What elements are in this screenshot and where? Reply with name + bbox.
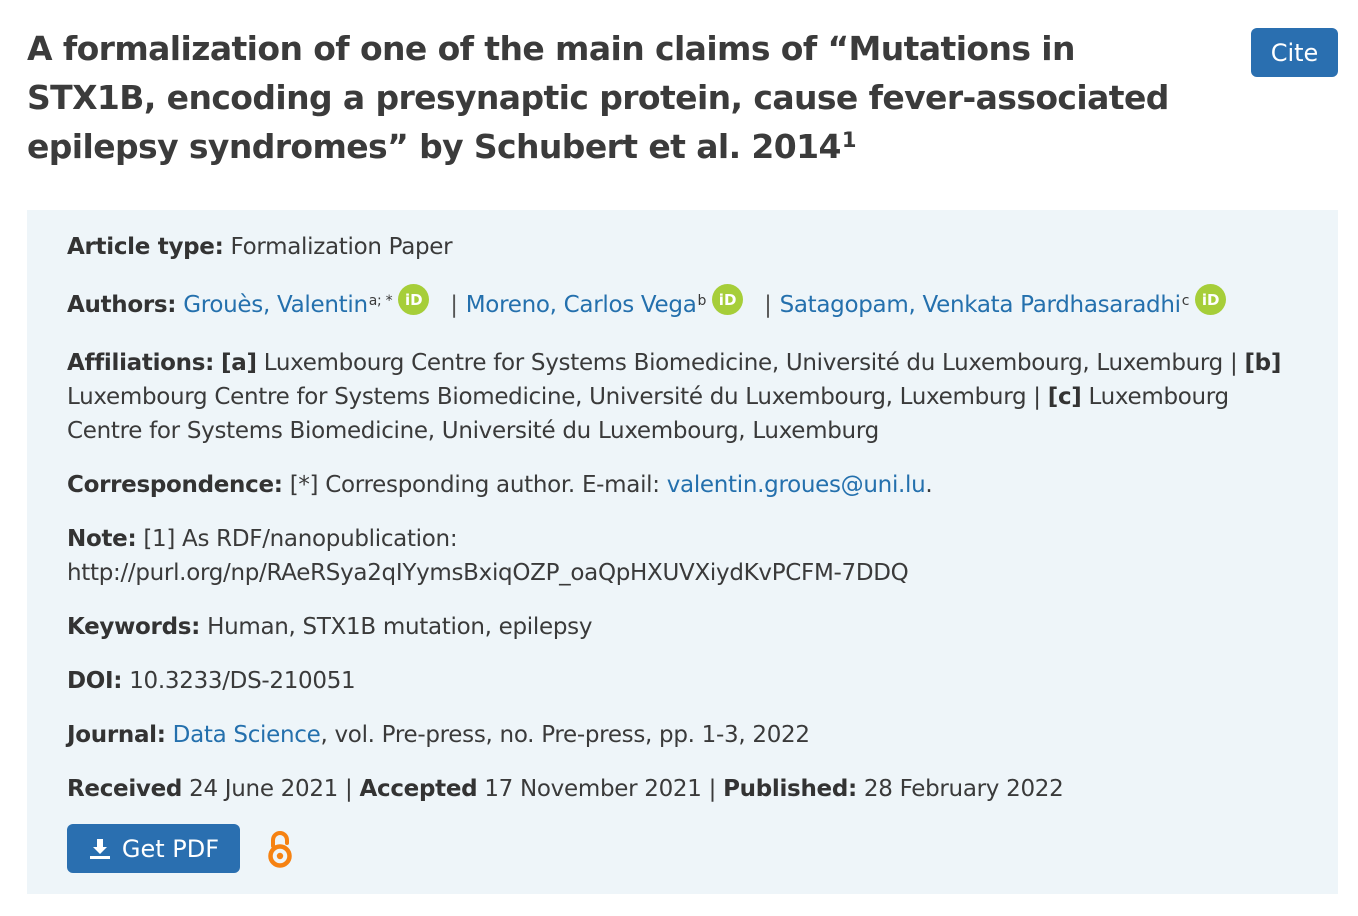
affiliation-marker-a: [a] [221, 350, 257, 376]
correspondence-row: Correspondence: [*] Corresponding author… [67, 468, 1297, 502]
correspondence-label: Correspondence: [67, 472, 283, 498]
journal-details: , vol. Pre-press, no. Pre-press, pp. 1-3… [320, 722, 810, 748]
correspondence-end: . [925, 472, 933, 498]
article-title-text: A formalization of one of the main claim… [27, 29, 1169, 166]
orcid-icon[interactable]: iD [1195, 284, 1227, 315]
journal-label: Journal: [67, 722, 166, 748]
author-affiliation-marker: b [697, 293, 707, 309]
received-label: Received [67, 776, 183, 802]
article-details-panel: Article type: Formalization Paper Author… [27, 210, 1338, 894]
keywords-row: Keywords: Human, STX1B mutation, epileps… [67, 610, 1297, 644]
doi-label: DOI: [67, 668, 123, 694]
title-footnote-marker: 1 [841, 128, 857, 152]
article-type-label: Article type: [67, 234, 224, 260]
accepted-label: Accepted [359, 776, 478, 802]
affiliation-text-a: Luxembourg Centre for Systems Biomedicin… [263, 350, 1224, 376]
doi-row: DOI: 10.3233/DS-210051 [67, 664, 1297, 698]
journal-row: Journal: Data Science, vol. Pre-press, n… [67, 718, 1297, 752]
affiliation-separator: | [1229, 350, 1238, 376]
note-label: Note: [67, 526, 137, 552]
cite-button[interactable]: Cite [1251, 28, 1338, 77]
article-actions: Get PDF [67, 824, 294, 873]
note-url: http://purl.org/np/RAeRSya2qIYymsBxiqOZP… [67, 560, 909, 586]
received-date: 24 June 2021 [189, 776, 339, 802]
note-text: [1] As RDF/nanopublication: [143, 526, 458, 552]
author-separator: | [764, 292, 772, 318]
article-type-row: Article type: Formalization Paper [67, 230, 1297, 264]
date-separator: | [708, 776, 717, 802]
author-link-groues[interactable]: Grouès, Valentin [183, 292, 368, 318]
author-affiliation-marker: a; * [368, 293, 393, 309]
keywords-value: Human, STX1B mutation, epilepsy [207, 614, 593, 640]
orcid-icon[interactable]: iD [398, 284, 430, 315]
open-access-icon[interactable] [266, 829, 294, 869]
author-separator: | [450, 292, 458, 318]
author-affiliation-marker: c [1181, 293, 1190, 309]
date-separator: | [345, 776, 353, 802]
author-link-moreno[interactable]: Moreno, Carlos Vega [466, 292, 697, 318]
affiliations-label: Affiliations: [67, 350, 215, 376]
get-pdf-button[interactable]: Get PDF [67, 824, 240, 873]
keywords-label: Keywords: [67, 614, 201, 640]
article-type-value: Formalization Paper [230, 234, 453, 260]
affiliation-marker-b: [b] [1244, 350, 1282, 376]
orcid-icon[interactable]: iD [712, 284, 744, 315]
authors-row: Authors: Grouès, Valentina; * iD | Moreno,… [67, 284, 1297, 322]
author-link-satagopam[interactable]: Satagopam, Venkata Pardhasaradhi [780, 292, 1181, 318]
note-row: Note: [1] As RDF/nanopublication: http:/… [67, 522, 1297, 590]
affiliation-text-b: Luxembourg Centre for Systems Biomedicin… [67, 384, 1027, 410]
published-date: 28 February 2022 [863, 776, 1064, 802]
accepted-date: 17 November 2021 [484, 776, 702, 802]
download-icon [89, 838, 110, 859]
journal-link[interactable]: Data Science [173, 722, 321, 748]
correspondence-text: [*] Corresponding author. E-mail: [289, 472, 660, 498]
affiliations-row: Affiliations: [a] Luxembourg Centre for … [67, 346, 1297, 448]
dates-row: Received 24 June 2021 | Accepted 17 Nove… [67, 772, 1297, 806]
get-pdf-label: Get PDF [121, 834, 220, 863]
authors-label: Authors: [67, 292, 177, 318]
doi-value: 10.3233/DS-210051 [129, 668, 356, 694]
article-title: A formalization of one of the main claim… [27, 24, 1207, 171]
published-label: Published: [723, 776, 857, 802]
affiliation-separator: | [1033, 384, 1041, 410]
correspondence-email-link[interactable]: valentin.groues@uni.lu [667, 472, 926, 498]
affiliation-marker-c: [c] [1047, 384, 1082, 410]
